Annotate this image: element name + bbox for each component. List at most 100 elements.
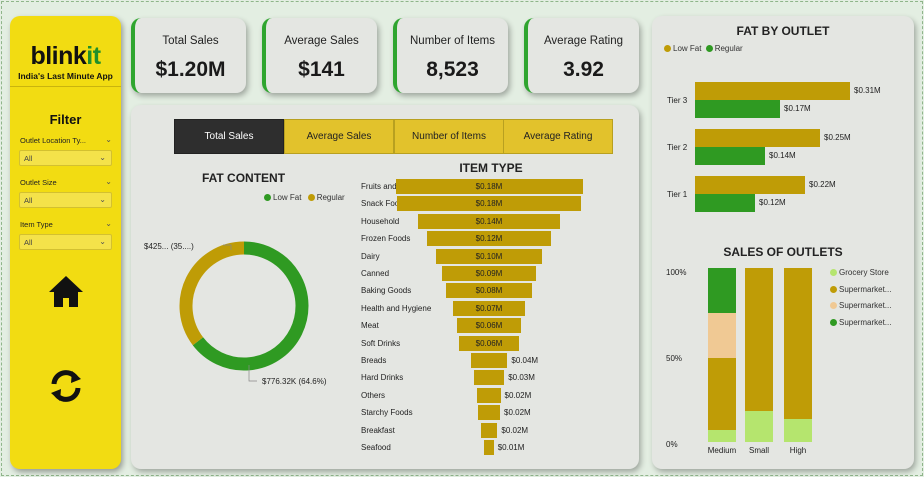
- outlet-stack-segment[interactable]: [708, 268, 736, 314]
- item-type-category-label: Dairy: [361, 251, 380, 261]
- item-type-bar[interactable]: [484, 440, 494, 455]
- legend-swatch: [830, 269, 837, 276]
- fat-outlet-bar-regular[interactable]: [695, 176, 805, 194]
- item-type-data-label: $0.18M: [475, 182, 503, 191]
- item-type-title: ITEM TYPE: [459, 161, 523, 175]
- fat-content-title: FAT CONTENT: [201, 171, 286, 185]
- outlet-stack-segment[interactable]: [745, 410, 773, 442]
- item-type-category-label: Baking Goods: [361, 286, 412, 296]
- fat-outlet-bar-low-fat[interactable]: [695, 147, 765, 165]
- app-tagline: India's Last Minute App: [18, 71, 113, 81]
- legend-swatch: [264, 194, 271, 201]
- item-type-category-label: Health and Hygiene: [361, 303, 432, 313]
- outlet-stack-segment[interactable]: [708, 358, 736, 430]
- right-panel: FAT BY OUTLET Low Fat Regular Tier 3 $0.3…: [652, 16, 914, 469]
- outlet-stack-segment[interactable]: [745, 268, 773, 411]
- outlet-stack-segment[interactable]: [784, 419, 812, 442]
- chevron-down-icon: ⌄: [105, 177, 112, 186]
- y-axis-tick-label: 50%: [666, 354, 683, 363]
- outlet-category-label: High: [789, 446, 807, 455]
- tab-total-sales[interactable]: Total Sales: [174, 119, 284, 154]
- tab-average-sales[interactable]: Average Sales: [284, 119, 394, 154]
- item-type-bar[interactable]: [473, 370, 505, 386]
- kpi-label: Total Sales: [162, 35, 219, 47]
- outlet-stack-segment[interactable]: [784, 268, 812, 420]
- kpi-total-sales: Total Sales $1.20M: [131, 18, 246, 93]
- item-type-data-label: $0.06M: [475, 338, 503, 348]
- item-type-category-label: Hard Drinks: [361, 373, 404, 383]
- kpi-label: Number of Items: [410, 35, 495, 47]
- home-icon[interactable]: [46, 272, 86, 312]
- legend-label: Supermarket...: [839, 317, 892, 327]
- item-type-data-label: $0.08M: [475, 286, 503, 296]
- outlet-stack-segment[interactable]: [708, 313, 736, 359]
- item-type-bar[interactable]: [477, 387, 501, 403]
- item-type-data-label: $0.10M: [475, 251, 503, 261]
- item-type-category-label: Starchy Foods: [361, 408, 413, 418]
- item-type-data-label: $0.12M: [475, 234, 503, 244]
- fat-outlet-bar-regular[interactable]: [695, 129, 820, 147]
- fat-outlet-bar-regular[interactable]: [695, 82, 850, 100]
- slicer-label-item-type: Item Type ⌄: [20, 219, 112, 229]
- fat-outlet-category-label: Tier 2: [667, 143, 688, 152]
- slicer-label-outlet-size: Outlet Size ⌄: [20, 177, 112, 187]
- outlet-category-label: Small: [748, 446, 769, 455]
- fat-content-donut: [179, 241, 309, 382]
- slicer-label-outlet-location: Outlet Location Ty... ⌄: [20, 135, 112, 145]
- item-type-category-label: Breads: [361, 356, 387, 365]
- kpi-value: $141: [298, 58, 345, 81]
- legend-label: Supermarket...: [839, 301, 892, 310]
- kpi-average-sales: Average Sales $141: [262, 18, 377, 93]
- fat-by-outlet-legend: Low Fat Regular: [664, 44, 743, 53]
- donut-label-regular: $425... (35....): [144, 242, 194, 251]
- item-type-bar[interactable]: [480, 422, 498, 438]
- tab-average-rating[interactable]: Average Rating: [503, 119, 613, 154]
- kpi-value: 3.92: [563, 58, 604, 81]
- chevron-down-icon: ⌄: [105, 219, 112, 228]
- item-type-data-label: $0.02M: [501, 425, 529, 435]
- fat-outlet-bar-low-fat[interactable]: [695, 194, 755, 212]
- legend-item: Supermarket...: [830, 298, 891, 315]
- tab-number-of-items[interactable]: Number of Items: [394, 119, 504, 154]
- item-type-data-label: $0.02M: [504, 408, 531, 418]
- item-type-data-label: $0.04M: [511, 356, 539, 365]
- item-type-data-label: $0.14M: [475, 216, 503, 226]
- legend-swatch: [830, 285, 837, 293]
- fat-outlet-data-label: $0.17M: [784, 104, 811, 113]
- outlet-stack-segment[interactable]: [708, 429, 736, 442]
- y-axis-tick-label: 100%: [666, 268, 687, 277]
- item-type-category-label: Canned: [361, 269, 390, 278]
- legend-swatch: [307, 194, 315, 201]
- item-type-data-label: $0.03M: [508, 373, 535, 383]
- chevron-down-icon: ⌄: [99, 195, 106, 204]
- fat-outlet-data-label: $0.22M: [809, 180, 836, 189]
- item-type-bar[interactable]: [470, 353, 508, 368]
- kpi-number-of-items: Number of Items 8,523: [393, 18, 508, 93]
- slicer-outlet-location[interactable]: All ⌄: [19, 150, 112, 166]
- fat-outlet-data-label: $0.25M: [824, 133, 851, 142]
- item-type-category-label: Seafood: [361, 443, 391, 452]
- legend-label: Grocery Store: [839, 268, 889, 277]
- item-type-category-label: Breakfast: [361, 425, 395, 435]
- fat-outlet-category-label: Tier 3: [667, 96, 688, 105]
- fat-content-legend: Low Fat Regular: [264, 193, 345, 202]
- filter-sidebar: blinkit India's Last Minute App Filter O…: [10, 16, 121, 469]
- legend-swatch: [830, 302, 837, 309]
- item-type-data-label: $0.07M: [475, 303, 503, 313]
- item-type-data-label: $0.18M: [475, 199, 503, 209]
- donut-slice-low-fat[interactable]: [192, 241, 309, 371]
- slicer-item-type[interactable]: All ⌄: [19, 234, 112, 250]
- slicer-outlet-size[interactable]: All ⌄: [19, 192, 112, 208]
- refresh-icon[interactable]: [46, 366, 86, 406]
- app-logo: blinkit: [30, 42, 101, 70]
- kpi-label: Average Rating: [543, 35, 624, 47]
- kpi-average-rating: Average Rating 3.92: [524, 18, 639, 93]
- chevron-down-icon: ⌄: [99, 153, 106, 162]
- item-type-bar[interactable]: [477, 405, 501, 421]
- fat-outlet-bar-low-fat[interactable]: [695, 100, 780, 118]
- y-axis-tick-label: 0%: [666, 440, 678, 449]
- donut-slice-regular[interactable]: [179, 241, 245, 346]
- item-type-data-label: $0.02M: [504, 390, 532, 400]
- legend-label: Supermarket...: [839, 284, 892, 294]
- legend-item: Grocery Store: [830, 265, 891, 282]
